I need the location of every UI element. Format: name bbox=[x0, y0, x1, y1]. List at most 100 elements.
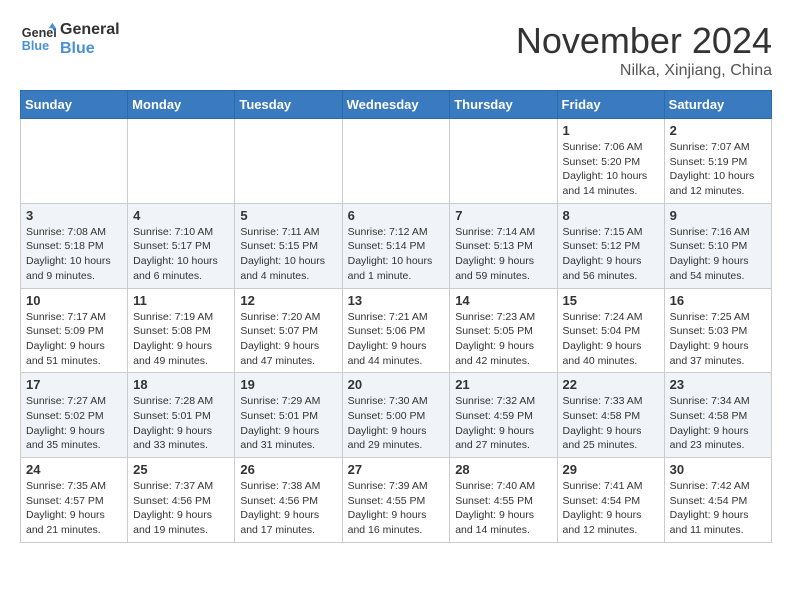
day-info: Sunrise: 7:42 AM Sunset: 4:54 PM Dayligh… bbox=[670, 479, 766, 538]
calendar-cell: 7Sunrise: 7:14 AM Sunset: 5:13 PM Daylig… bbox=[450, 203, 557, 288]
calendar-cell: 9Sunrise: 7:16 AM Sunset: 5:10 PM Daylig… bbox=[664, 203, 771, 288]
weekday-header-friday: Friday bbox=[557, 91, 664, 119]
day-number: 22 bbox=[563, 377, 659, 392]
calendar-cell bbox=[342, 119, 450, 204]
calendar-cell: 12 Sunrise: 7:20 AM Sunset: 5:07 PM Dayli… bbox=[235, 288, 342, 373]
day-info: Sunrise: 7:32 AM Sunset: 4:59 PM Dayligh… bbox=[455, 394, 551, 453]
calendar-cell: 13 Sunrise: 7:21 AM Sunset: 5:06 PM Dayli… bbox=[342, 288, 450, 373]
calendar-cell: 27 Sunrise: 7:39 AM Sunset: 4:55 PM Dayli… bbox=[342, 458, 450, 543]
calendar-cell: 29 Sunrise: 7:41 AM Sunset: 4:54 PM Dayli… bbox=[557, 458, 664, 543]
weekday-header-monday: Monday bbox=[128, 91, 235, 119]
svg-text:Blue: Blue bbox=[22, 39, 49, 53]
day-info: Sunrise: 7:23 AM Sunset: 5:05 PM Dayligh… bbox=[455, 310, 551, 369]
calendar-cell: 23 Sunrise: 7:34 AM Sunset: 4:58 PM Dayli… bbox=[664, 373, 771, 458]
calendar-cell: 11Sunrise: 7:19 AM Sunset: 5:08 PM Dayli… bbox=[128, 288, 235, 373]
day-number: 17 bbox=[26, 377, 122, 392]
day-info: Sunrise: 7:17 AM Sunset: 5:09 PM Dayligh… bbox=[26, 310, 122, 369]
calendar-cell: 21 Sunrise: 7:32 AM Sunset: 4:59 PM Dayli… bbox=[450, 373, 557, 458]
calendar-week-3: 17 Sunrise: 7:27 AM Sunset: 5:02 PM Dayli… bbox=[21, 373, 772, 458]
day-info: Sunrise: 7:41 AM Sunset: 4:54 PM Dayligh… bbox=[563, 479, 659, 538]
day-info: Sunrise: 7:08 AM Sunset: 5:18 PM Dayligh… bbox=[26, 225, 122, 284]
day-number: 20 bbox=[348, 377, 445, 392]
day-info: Sunrise: 7:29 AM Sunset: 5:01 PM Dayligh… bbox=[240, 394, 336, 453]
day-info: Sunrise: 7:28 AM Sunset: 5:01 PM Dayligh… bbox=[133, 394, 229, 453]
day-info: Sunrise: 7:07 AM Sunset: 5:19 PM Dayligh… bbox=[670, 140, 766, 199]
day-info: Sunrise: 7:25 AM Sunset: 5:03 PM Dayligh… bbox=[670, 310, 766, 369]
day-number: 14 bbox=[455, 293, 551, 308]
calendar-cell: 2 Sunrise: 7:07 AM Sunset: 5:19 PM Daylig… bbox=[664, 119, 771, 204]
day-number: 3 bbox=[26, 208, 122, 223]
weekday-header-wednesday: Wednesday bbox=[342, 91, 450, 119]
month-title: November 2024 bbox=[516, 20, 772, 62]
day-info: Sunrise: 7:21 AM Sunset: 5:06 PM Dayligh… bbox=[348, 310, 445, 369]
day-number: 5 bbox=[240, 208, 336, 223]
day-number: 13 bbox=[348, 293, 445, 308]
day-number: 12 bbox=[240, 293, 336, 308]
day-number: 24 bbox=[26, 462, 122, 477]
day-info: Sunrise: 7:19 AM Sunset: 5:08 PM Dayligh… bbox=[133, 310, 229, 369]
day-number: 8 bbox=[563, 208, 659, 223]
calendar-cell: 24Sunrise: 7:35 AM Sunset: 4:57 PM Dayli… bbox=[21, 458, 128, 543]
calendar-week-4: 24Sunrise: 7:35 AM Sunset: 4:57 PM Dayli… bbox=[21, 458, 772, 543]
calendar-cell: 15Sunrise: 7:24 AM Sunset: 5:04 PM Dayli… bbox=[557, 288, 664, 373]
day-number: 21 bbox=[455, 377, 551, 392]
day-info: Sunrise: 7:24 AM Sunset: 5:04 PM Dayligh… bbox=[563, 310, 659, 369]
title-area: November 2024 Nilka, Xinjiang, China bbox=[516, 20, 772, 80]
calendar-cell: 10 Sunrise: 7:17 AM Sunset: 5:09 PM Dayli… bbox=[21, 288, 128, 373]
calendar-cell: 18 Sunrise: 7:28 AM Sunset: 5:01 PM Dayli… bbox=[128, 373, 235, 458]
calendar-cell: 26 Sunrise: 7:38 AM Sunset: 4:56 PM Dayli… bbox=[235, 458, 342, 543]
day-info: Sunrise: 7:39 AM Sunset: 4:55 PM Dayligh… bbox=[348, 479, 445, 538]
day-info: Sunrise: 7:14 AM Sunset: 5:13 PM Dayligh… bbox=[455, 225, 551, 284]
calendar-cell bbox=[450, 119, 557, 204]
day-number: 6 bbox=[348, 208, 445, 223]
calendar-cell bbox=[128, 119, 235, 204]
calendar-week-1: 3 Sunrise: 7:08 AM Sunset: 5:18 PM Daylig… bbox=[21, 203, 772, 288]
weekday-header-thursday: Thursday bbox=[450, 91, 557, 119]
day-info: Sunrise: 7:16 AM Sunset: 5:10 PM Dayligh… bbox=[670, 225, 766, 284]
day-number: 4 bbox=[133, 208, 229, 223]
day-number: 1 bbox=[563, 123, 659, 138]
calendar-cell: 25 Sunrise: 7:37 AM Sunset: 4:56 PM Dayli… bbox=[128, 458, 235, 543]
day-info: Sunrise: 7:30 AM Sunset: 5:00 PM Dayligh… bbox=[348, 394, 445, 453]
calendar-cell: 17 Sunrise: 7:27 AM Sunset: 5:02 PM Dayli… bbox=[21, 373, 128, 458]
calendar-cell bbox=[235, 119, 342, 204]
calendar-week-0: 1 Sunrise: 7:06 AM Sunset: 5:20 PM Daylig… bbox=[21, 119, 772, 204]
day-number: 27 bbox=[348, 462, 445, 477]
day-number: 25 bbox=[133, 462, 229, 477]
day-number: 18 bbox=[133, 377, 229, 392]
header: General Blue General Blue November 2024 … bbox=[20, 20, 772, 80]
day-number: 26 bbox=[240, 462, 336, 477]
day-info: Sunrise: 7:06 AM Sunset: 5:20 PM Dayligh… bbox=[563, 140, 659, 199]
day-number: 10 bbox=[26, 293, 122, 308]
calendar-cell: 14 Sunrise: 7:23 AM Sunset: 5:05 PM Dayli… bbox=[450, 288, 557, 373]
day-number: 29 bbox=[563, 462, 659, 477]
day-number: 23 bbox=[670, 377, 766, 392]
day-info: Sunrise: 7:38 AM Sunset: 4:56 PM Dayligh… bbox=[240, 479, 336, 538]
calendar-cell: 28Sunrise: 7:40 AM Sunset: 4:55 PM Dayli… bbox=[450, 458, 557, 543]
day-number: 28 bbox=[455, 462, 551, 477]
calendar-cell: 6 Sunrise: 7:12 AM Sunset: 5:14 PM Daylig… bbox=[342, 203, 450, 288]
day-number: 2 bbox=[670, 123, 766, 138]
day-number: 30 bbox=[670, 462, 766, 477]
logo-line2: Blue bbox=[60, 39, 120, 58]
calendar-cell: 20 Sunrise: 7:30 AM Sunset: 5:00 PM Dayli… bbox=[342, 373, 450, 458]
day-number: 19 bbox=[240, 377, 336, 392]
logo: General Blue General Blue bbox=[20, 20, 120, 58]
day-info: Sunrise: 7:37 AM Sunset: 4:56 PM Dayligh… bbox=[133, 479, 229, 538]
day-info: Sunrise: 7:12 AM Sunset: 5:14 PM Dayligh… bbox=[348, 225, 445, 284]
day-info: Sunrise: 7:27 AM Sunset: 5:02 PM Dayligh… bbox=[26, 394, 122, 453]
calendar-cell: 16 Sunrise: 7:25 AM Sunset: 5:03 PM Dayli… bbox=[664, 288, 771, 373]
calendar-cell: 30 Sunrise: 7:42 AM Sunset: 4:54 PM Dayli… bbox=[664, 458, 771, 543]
weekday-header-row: SundayMondayTuesdayWednesdayThursdayFrid… bbox=[21, 91, 772, 119]
calendar-cell: 1 Sunrise: 7:06 AM Sunset: 5:20 PM Daylig… bbox=[557, 119, 664, 204]
calendar-cell: 4Sunrise: 7:10 AM Sunset: 5:17 PM Daylig… bbox=[128, 203, 235, 288]
location: Nilka, Xinjiang, China bbox=[516, 62, 772, 80]
calendar-cell: 8Sunrise: 7:15 AM Sunset: 5:12 PM Daylig… bbox=[557, 203, 664, 288]
calendar-cell: 5Sunrise: 7:11 AM Sunset: 5:15 PM Daylig… bbox=[235, 203, 342, 288]
calendar-cell bbox=[21, 119, 128, 204]
calendar-cell: 3 Sunrise: 7:08 AM Sunset: 5:18 PM Daylig… bbox=[21, 203, 128, 288]
day-info: Sunrise: 7:34 AM Sunset: 4:58 PM Dayligh… bbox=[670, 394, 766, 453]
calendar-week-2: 10 Sunrise: 7:17 AM Sunset: 5:09 PM Dayli… bbox=[21, 288, 772, 373]
day-info: Sunrise: 7:20 AM Sunset: 5:07 PM Dayligh… bbox=[240, 310, 336, 369]
day-number: 16 bbox=[670, 293, 766, 308]
